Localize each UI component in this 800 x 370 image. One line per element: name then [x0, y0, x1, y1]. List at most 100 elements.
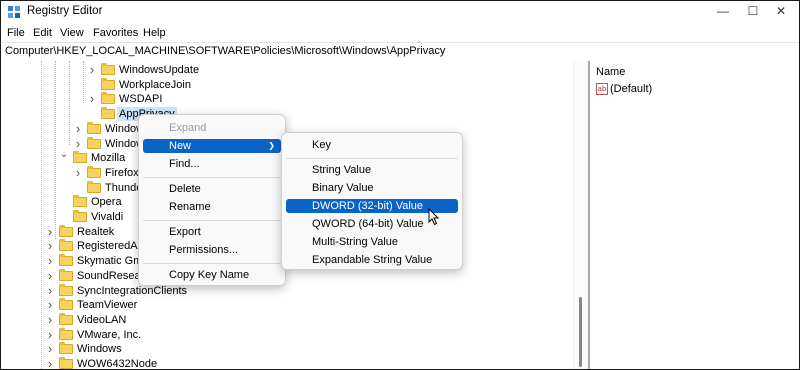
menu-separator	[143, 220, 281, 221]
context-menu: Expand New ❯ Find... Delete Rename Export Permi…	[138, 114, 286, 286]
menu-item-copy-key-name[interactable]: Copy Key Name	[143, 268, 281, 282]
menu-item-key[interactable]: Key	[286, 138, 458, 152]
menu-item-label: New	[169, 140, 192, 152]
menu-favorites[interactable]: Favorites	[93, 27, 138, 39]
tree-item-label: WindowsUpdate	[119, 64, 200, 76]
maximize-icon[interactable]: ☐	[745, 4, 761, 18]
folder-icon	[59, 283, 73, 296]
chevron-right-icon[interactable]: ›	[45, 283, 55, 298]
chevron-right-icon[interactable]: ›	[73, 136, 83, 151]
chevron-right-icon[interactable]: ›	[45, 254, 55, 268]
column-header-name[interactable]: Name	[596, 66, 625, 78]
menu-file[interactable]: File	[7, 27, 25, 39]
title-bar: Registry Editor — ☐ ✕	[1, 1, 799, 23]
tree-item-label: VMware, Inc.	[77, 328, 142, 341]
chevron-right-icon[interactable]: ›	[45, 327, 55, 342]
menu-item-string-value[interactable]: String Value	[286, 163, 458, 177]
tree-item-label: TeamViewer	[77, 299, 138, 312]
mouse-cursor-icon	[428, 208, 440, 226]
chevron-right-icon[interactable]: ›	[45, 357, 55, 370]
chevron-down-icon[interactable]: ⌄	[59, 148, 69, 162]
folder-icon	[59, 298, 73, 311]
folder-icon	[101, 107, 115, 120]
menu-view[interactable]: View	[60, 27, 84, 39]
menu-help[interactable]: Help	[143, 27, 166, 39]
tree-item-label: Realtek	[77, 225, 115, 238]
menu-item-label: Copy Key Name	[169, 269, 250, 281]
menu-separator	[143, 263, 281, 264]
menu-item-rename[interactable]: Rename	[143, 200, 281, 214]
submenu-arrow-icon: ❯	[268, 141, 275, 150]
folder-icon	[87, 121, 101, 134]
menu-item-label: Key	[312, 139, 331, 151]
menu-item-multi-string-value[interactable]: Multi-String Value	[286, 235, 458, 249]
chevron-right-icon[interactable]: ›	[45, 342, 55, 356]
folder-icon	[59, 327, 73, 340]
folder-icon	[59, 342, 73, 355]
chevron-right-icon[interactable]: ›	[87, 92, 97, 106]
folder-icon	[87, 180, 101, 193]
new-submenu: Key String Value Binary Value DWORD (32-bit…	[281, 132, 463, 270]
values-pane[interactable]: Name ab (Default)	[590, 61, 799, 369]
folder-icon	[59, 268, 73, 281]
chevron-right-icon[interactable]: ›	[45, 224, 55, 239]
chevron-right-icon[interactable]: ›	[45, 239, 55, 253]
menu-item-binary-value[interactable]: Binary Value	[286, 181, 458, 195]
tree-item[interactable]: › WindowsUpdate	[1, 63, 561, 77]
chevron-right-icon[interactable]: ›	[45, 268, 55, 283]
menu-item-permissions[interactable]: Permissions...	[143, 243, 281, 257]
folder-icon	[59, 357, 73, 369]
folder-icon	[87, 136, 101, 149]
menu-edit[interactable]: Edit	[33, 27, 52, 39]
folder-icon	[73, 151, 87, 164]
tree-item[interactable]: › Windows	[1, 342, 561, 356]
chevron-right-icon[interactable]: ›	[45, 298, 55, 312]
menu-item-label: Multi-String Value	[312, 236, 398, 248]
folder-icon	[101, 92, 115, 105]
tree-item-label: Vivaldi	[91, 211, 124, 223]
tree-item[interactable]: › WSDAPI	[1, 92, 561, 106]
tree-scrollbar[interactable]	[573, 61, 588, 369]
menu-item-label: Find...	[169, 158, 200, 170]
tree-item[interactable]: › VMware, Inc.	[1, 327, 561, 342]
menu-item-find[interactable]: Find...	[143, 157, 281, 171]
tree-item[interactable]: › VideoLAN	[1, 312, 561, 327]
menu-separator	[143, 177, 281, 178]
chevron-right-icon[interactable]: ›	[87, 63, 97, 77]
folder-icon	[101, 63, 115, 75]
folder-icon	[59, 312, 73, 325]
menu-item-expand: Expand	[143, 121, 281, 135]
tree-item-label: WSDAPI	[119, 93, 163, 106]
menu-item-delete[interactable]: Delete	[143, 182, 281, 196]
folder-icon	[73, 195, 87, 208]
minimize-icon[interactable]: —	[715, 4, 731, 18]
address-path[interactable]: Computer\HKEY_LOCAL_MACHINE\SOFTWARE\Pol…	[5, 45, 445, 57]
window-title: Registry Editor	[27, 5, 103, 17]
chevron-right-icon[interactable]: ›	[73, 165, 83, 180]
tree-item-label: WorkplaceJoin	[119, 78, 191, 91]
tree-item-label: WOW6432Node	[77, 358, 158, 369]
folder-icon	[59, 224, 73, 237]
tree-item-label: Opera	[91, 196, 122, 209]
folder-icon	[59, 239, 73, 252]
menu-item-expandable-string-value[interactable]: Expandable String Value	[286, 253, 458, 267]
menu-item-label: Expandable String Value	[312, 254, 433, 266]
close-icon[interactable]: ✕	[773, 4, 789, 18]
tree-item[interactable]: › WOW6432Node	[1, 357, 561, 369]
menu-bar: File Edit View Favorites Help	[1, 24, 799, 42]
tree-item-label: Firefox	[105, 166, 139, 179]
registry-editor-icon	[8, 6, 20, 18]
menu-item-label: Export	[169, 226, 201, 238]
chevron-right-icon[interactable]: ›	[45, 312, 55, 327]
tree-item[interactable]: › TeamViewer	[1, 298, 561, 312]
tree-scrollbar-thumb[interactable]	[579, 297, 582, 367]
tree-item-label: Mozilla	[91, 152, 126, 165]
chevron-right-icon[interactable]: ›	[73, 121, 83, 136]
menu-item-label: Rename	[169, 201, 211, 213]
menu-item-export[interactable]: Export	[143, 225, 281, 239]
menu-separator	[286, 158, 458, 159]
menu-item-new[interactable]: New ❯	[143, 139, 281, 153]
address-bar[interactable]: Computer\HKEY_LOCAL_MACHINE\SOFTWARE\Pol…	[1, 42, 799, 63]
folder-icon	[101, 77, 115, 90]
tree-item[interactable]: WorkplaceJoin	[1, 77, 561, 92]
